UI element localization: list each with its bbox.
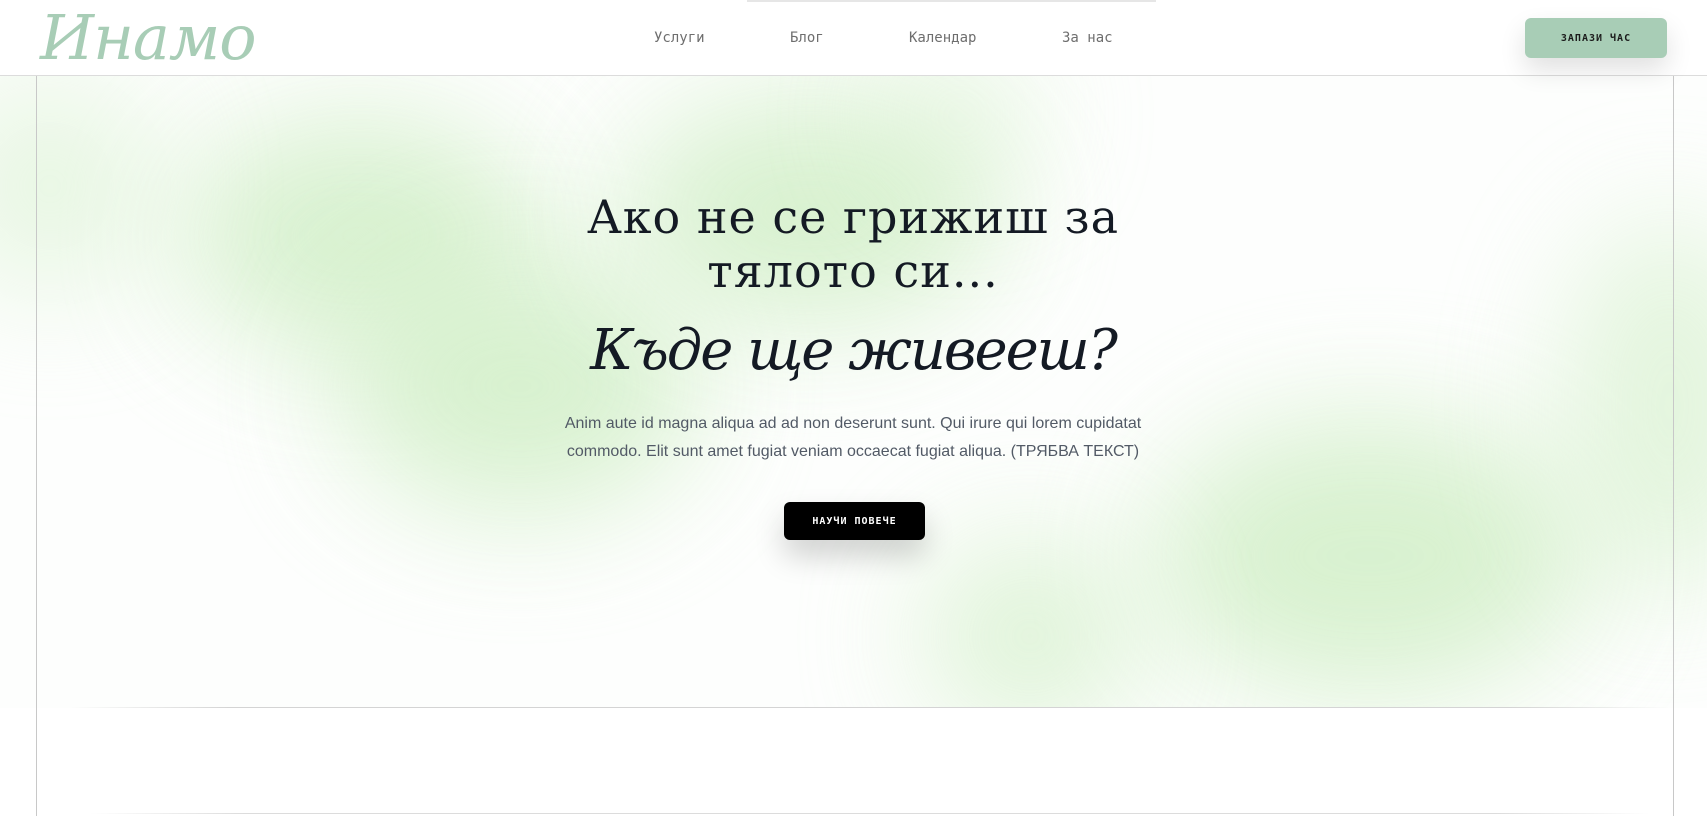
hero-headline: Ако не се грижиш за тялото си... [553,190,1153,298]
background-blob [920,536,1140,708]
frame-border-right [1673,76,1674,816]
hero-description: Anim aute id magna aliqua ad ad non dese… [564,415,1142,460]
background-blob [1150,416,1590,696]
hero-headline-line-2: тялото си... [707,244,999,298]
learn-more-button[interactable]: НАУЧИ ПОВЕЧЕ [784,502,925,540]
nav-item-blog[interactable]: Блог [790,28,824,48]
logo[interactable]: Инамо [40,2,257,74]
section-divider [90,813,1650,814]
background-blob [0,76,160,296]
landing-page: Инамо Услуги Блог Календар За нас ЗАПАЗИ… [0,0,1707,840]
hero-script-headline: Къде ще живееш? [590,318,1118,383]
nav-item-about[interactable]: За нас [1062,28,1113,48]
hero-headline-line-1: Ако не се грижиш за [586,190,1120,244]
nav-item-calendar[interactable]: Календар [909,28,976,48]
header-accent-line [747,0,1156,2]
nav-item-services[interactable]: Услуги [654,28,705,48]
frame-border-left [36,76,37,816]
site-header: Инамо Услуги Блог Календар За нас ЗАПАЗИ… [0,0,1707,76]
section-divider [70,707,1670,708]
hero-section [0,76,1707,708]
book-appointment-button[interactable]: ЗАПАЗИ ЧАС [1525,18,1667,58]
